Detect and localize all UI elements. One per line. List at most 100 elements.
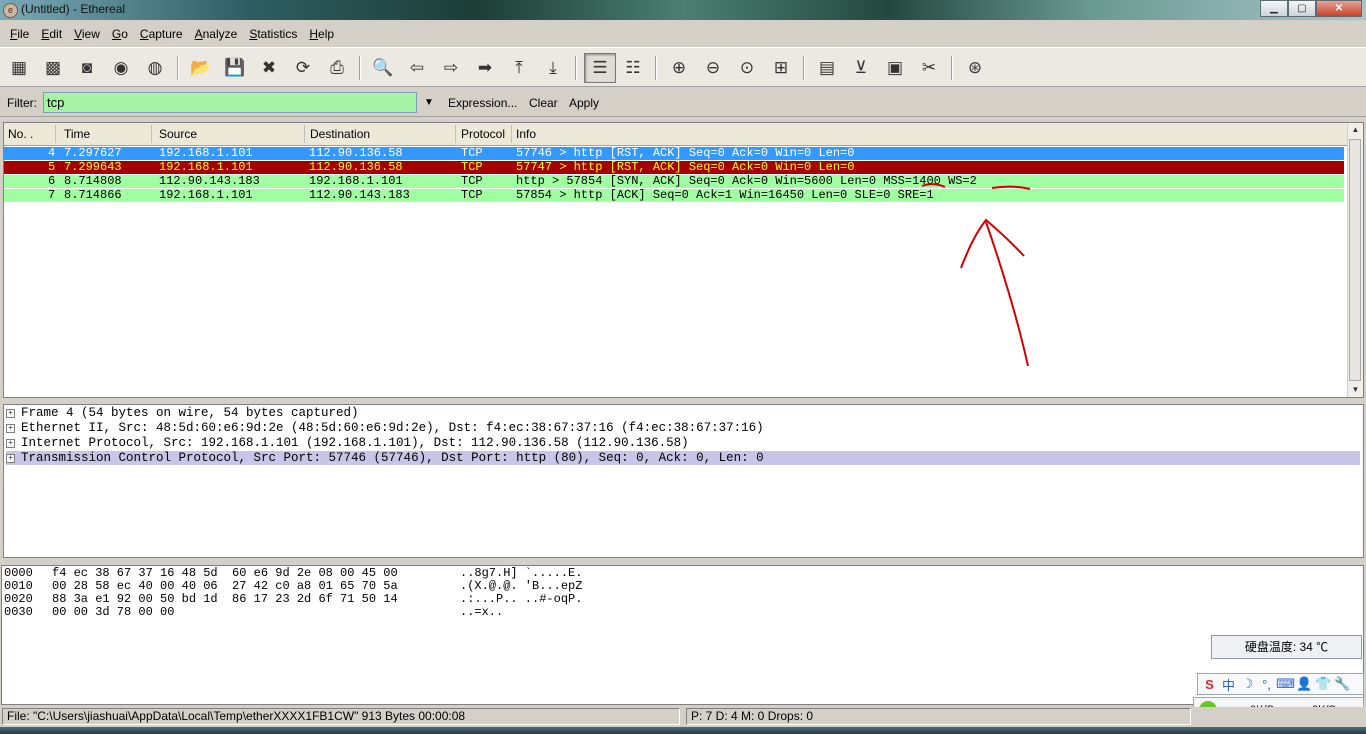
scroll-thumb[interactable]	[1349, 139, 1361, 381]
menu-bar: File Edit View Go Capture Analyze Statis…	[0, 23, 1366, 45]
packet-info: http > 57854 [SYN, ACK] Seq=0 Ack=0 Win=…	[516, 174, 977, 188]
ime-toolbar[interactable]: S 中 ☽ °, ⌨ 👤 👕 🔧	[1197, 673, 1364, 695]
tree-item-ip[interactable]: + Internet Protocol, Src: 192.168.1.101 (…	[6, 436, 1360, 450]
open-file-icon[interactable]: 📂	[188, 55, 214, 81]
packet-protocol: TCP	[461, 174, 483, 188]
menu-help[interactable]: Help	[309, 27, 334, 41]
go-to-packet-icon[interactable]: ➡	[472, 55, 498, 81]
minimize-button[interactable]: ▁	[1260, 0, 1288, 17]
packet-list: No. . Time Source Destination Protocol I…	[3, 122, 1364, 398]
packet-info: 57854 > http [ACK] Seq=0 Ack=1 Win=16450…	[516, 188, 934, 202]
hdd-temperature-widget: 硬盘温度: 34 ℃	[1211, 635, 1362, 659]
tree-item-tcp[interactable]: + Transmission Control Protocol, Src Port…	[6, 451, 1360, 465]
toolbar-separator	[177, 56, 179, 80]
close-button[interactable]: ✕	[1316, 0, 1362, 17]
zoom-normal-icon[interactable]: ⊙	[734, 55, 760, 81]
packet-time: 8.714866	[64, 188, 122, 202]
packet-row[interactable]: 4 7.297627 192.168.1.101 112.90.136.58 T…	[4, 147, 1344, 160]
settings-wrench-icon[interactable]: 🔧	[1333, 676, 1352, 692]
find-packet-icon[interactable]: 🔍	[370, 55, 396, 81]
packet-row[interactable]: 7 8.714866 192.168.1.101 112.90.143.183 …	[4, 189, 1344, 202]
go-forward-icon[interactable]: ⇨	[438, 55, 464, 81]
column-header-protocol[interactable]: Protocol	[461, 127, 505, 141]
go-first-icon[interactable]: ⤒	[506, 55, 532, 81]
save-file-icon[interactable]: 💾	[222, 55, 248, 81]
start-capture-icon[interactable]: ◙	[74, 55, 100, 81]
filter-dropdown-icon[interactable]: ▼	[424, 97, 434, 108]
toolbar-separator	[575, 56, 577, 80]
packet-source: 192.168.1.101	[159, 146, 253, 160]
maximize-button[interactable]: ▢	[1288, 0, 1316, 17]
packet-no: 5	[48, 160, 56, 174]
bytes-ascii[interactable]: ..=x..	[460, 606, 503, 619]
capture-options-icon[interactable]: ▩	[40, 55, 66, 81]
packet-source: 192.168.1.101	[159, 160, 253, 174]
menu-capture[interactable]: Capture	[140, 27, 183, 41]
zoom-in-icon[interactable]: ⊕	[666, 55, 692, 81]
menu-file[interactable]: File	[10, 27, 29, 41]
column-header-info[interactable]: Info	[516, 127, 536, 141]
packet-details-tree: + Frame 4 (54 bytes on wire, 54 bytes cap…	[3, 404, 1364, 558]
apply-button[interactable]: Apply	[569, 96, 599, 110]
resize-columns-icon[interactable]: ⊞	[768, 55, 794, 81]
zoom-out-icon[interactable]: ⊖	[700, 55, 726, 81]
reload-icon[interactable]: ⟳	[290, 55, 316, 81]
expand-icon[interactable]: +	[6, 409, 15, 418]
interface-list-icon[interactable]: ▦	[6, 55, 32, 81]
menu-statistics[interactable]: Statistics	[249, 27, 297, 41]
user-icon[interactable]: 👤	[1295, 676, 1314, 692]
menu-analyze[interactable]: Analyze	[195, 27, 238, 41]
moon-icon[interactable]: ☽	[1238, 676, 1257, 692]
expand-icon[interactable]: +	[6, 424, 15, 433]
packet-row[interactable]: 5 7.299643 192.168.1.101 112.90.136.58 T…	[4, 161, 1344, 174]
column-header-source[interactable]: Source	[159, 127, 197, 141]
scroll-up-icon[interactable]: ▲	[1348, 123, 1363, 137]
column-header-time[interactable]: Time	[64, 127, 90, 141]
expand-icon[interactable]: +	[6, 454, 15, 463]
close-file-icon[interactable]: ✖	[256, 55, 282, 81]
display-filters-icon[interactable]: ⊻	[848, 55, 874, 81]
sogou-icon[interactable]: S	[1200, 677, 1219, 692]
packet-info: 57746 > http [RST, ACK] Seq=0 Ack=0 Win=…	[516, 146, 855, 160]
tree-item-ethernet[interactable]: + Ethernet II, Src: 48:5d:60:e6:9d:2e (48…	[6, 421, 1360, 435]
skin-icon[interactable]: 👕	[1314, 676, 1333, 692]
coloring-rules-icon[interactable]: ▣	[882, 55, 908, 81]
bytes-hex[interactable]: 00 00 3d 78 00 00	[52, 606, 174, 619]
print-icon[interactable]: ⎙	[324, 55, 350, 81]
auto-scroll-icon[interactable]: ☷	[620, 55, 646, 81]
keyboard-icon[interactable]: ⌨	[1276, 676, 1295, 692]
stop-capture-icon[interactable]: ◉	[108, 55, 134, 81]
ethereal-app-icon[interactable]: e	[3, 3, 18, 18]
restart-capture-icon[interactable]: ◍	[142, 55, 168, 81]
help-icon[interactable]: ⊛	[962, 55, 988, 81]
go-back-icon[interactable]: ⇦	[404, 55, 430, 81]
packet-time: 7.297627	[64, 146, 122, 160]
colorize-icon[interactable]: ☰	[584, 53, 616, 83]
go-last-icon[interactable]: ⤓	[540, 55, 566, 81]
menu-edit[interactable]: Edit	[41, 27, 62, 41]
clear-button[interactable]: Clear	[529, 96, 558, 110]
bytes-offset: 0030	[4, 605, 33, 619]
status-file-info: File: "C:\Users\jiashuai\AppData\Local\T…	[2, 708, 680, 725]
menu-view[interactable]: View	[74, 27, 100, 41]
menu-go[interactable]: Go	[112, 27, 128, 41]
preferences-icon[interactable]: ✂	[916, 55, 942, 81]
column-header-destination[interactable]: Destination	[310, 127, 370, 141]
toolbar-separator	[359, 56, 361, 80]
chinese-mode-icon[interactable]: 中	[1219, 675, 1238, 694]
packet-list-header: No. . Time Source Destination Protocol I…	[4, 123, 1349, 146]
expression-button[interactable]: Expression...	[448, 96, 517, 110]
filter-input[interactable]	[43, 92, 417, 113]
packet-list-scrollbar[interactable]: ▲ ▼	[1347, 123, 1363, 397]
capture-filters-icon[interactable]: ▤	[814, 55, 840, 81]
scroll-down-icon[interactable]: ▼	[1348, 383, 1363, 397]
packet-row[interactable]: 6 8.714808 112.90.143.183 192.168.1.101 …	[4, 175, 1344, 188]
expand-icon[interactable]: +	[6, 439, 15, 448]
packet-destination: 112.90.143.183	[309, 188, 410, 202]
packet-source: 192.168.1.101	[159, 188, 253, 202]
punctuation-icon[interactable]: °,	[1257, 677, 1276, 692]
tree-item-frame[interactable]: + Frame 4 (54 bytes on wire, 54 bytes cap…	[6, 406, 1360, 420]
column-header-no[interactable]: No. .	[8, 127, 33, 141]
title-bar: e (Untitled) - Ethereal ▁ ▢ ✕	[0, 0, 1366, 20]
toolbar-separator	[951, 56, 953, 80]
